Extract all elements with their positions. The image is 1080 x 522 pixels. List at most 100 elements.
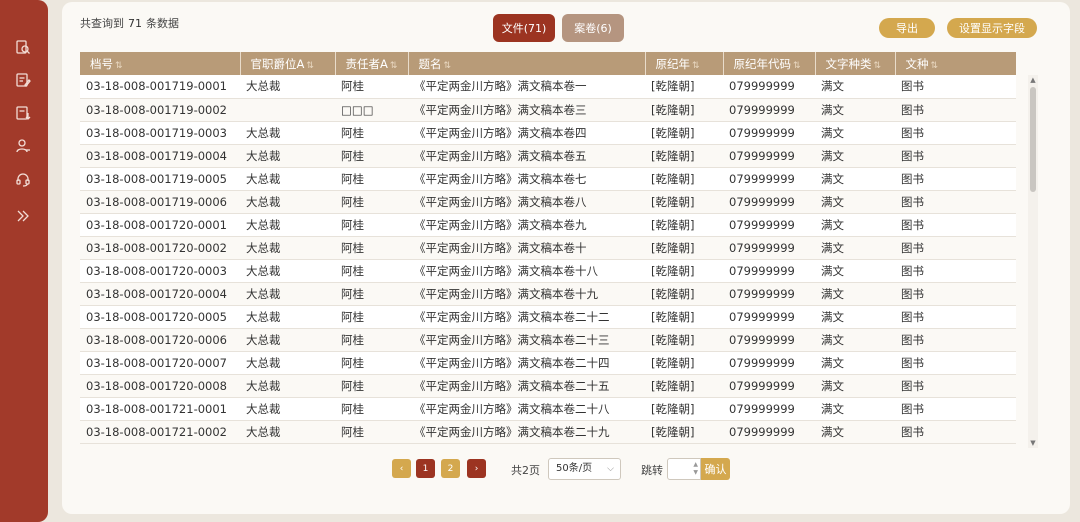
table-cell: 大总裁 [240, 144, 335, 168]
table-row[interactable]: 03-18-008-001719-0001 大总裁 阿桂 《平定两金川方略》满文稿本卷… [80, 75, 1016, 99]
jump-page-input[interactable]: ▲ ▼ [667, 458, 701, 480]
table-row[interactable]: 03-18-008-001720-0005 大总裁 阿桂 《平定两金川方略》满文稿本卷… [80, 305, 1016, 329]
export-button[interactable]: 导出 [879, 18, 935, 38]
table-cell: 图书 [895, 397, 1016, 421]
page-2-button[interactable]: 2 [441, 459, 460, 478]
table-cell: [乾隆朝] [645, 397, 723, 421]
column-header[interactable]: 原纪年 ⇅ [645, 52, 724, 75]
column-header[interactable]: 责任者A ⇅ [335, 52, 409, 75]
table-cell: 03-18-008-001720-0004 [80, 282, 240, 306]
table-cell: 大总裁 [240, 213, 335, 237]
table-cell: 阿桂 [335, 397, 408, 421]
table-row[interactable]: 03-18-008-001721-0002 大总裁 阿桂 《平定两金川方略》满文稿本卷… [80, 420, 1016, 444]
table-cell: 03-18-008-001720-0002 [80, 236, 240, 260]
table-cell: 大总裁 [240, 328, 335, 352]
table-row[interactable]: 03-18-008-001720-0007 大总裁 阿桂 《平定两金川方略》满文稿本卷… [80, 351, 1016, 375]
table-scrollbar[interactable]: ▲ ▼ [1028, 75, 1038, 448]
column-header[interactable]: 官职爵位A ⇅ [240, 52, 336, 75]
table-cell: [乾隆朝] [645, 121, 723, 145]
table-cell: 03-18-008-001720-0001 [80, 213, 240, 237]
user-icon[interactable] [14, 137, 32, 155]
column-header[interactable]: 题名 ⇅ [408, 52, 646, 75]
table-cell: [乾隆朝] [645, 236, 723, 260]
table-cell: 阿桂 [335, 259, 408, 283]
table-cell: [乾隆朝] [645, 351, 723, 375]
table-row[interactable]: 03-18-008-001719-0006 大总裁 阿桂 《平定两金川方略》满文稿本卷… [80, 190, 1016, 214]
table-cell: [乾隆朝] [645, 98, 723, 122]
table-cell: 大总裁 [240, 374, 335, 398]
table-row[interactable]: 03-18-008-001719-0005 大总裁 阿桂 《平定两金川方略》满文稿本卷… [80, 167, 1016, 191]
table-cell: 03-18-008-001720-0006 [80, 328, 240, 352]
table-cell: 满文 [815, 98, 895, 122]
table-header-row: 档号 ⇅ 官职爵位A ⇅ 责任者A ⇅ 题名 ⇅ 原纪年 ⇅ 原纪年代码 ⇅ 文字种类 ⇅ 文… [80, 52, 1016, 75]
table-cell: 大总裁 [240, 75, 335, 99]
result-summary: 共查询到 71 条数据 [80, 15, 179, 31]
table-cell: 079999999 [723, 305, 815, 329]
table-row[interactable]: 03-18-008-001720-0003 大总裁 阿桂 《平定两金川方略》满文稿本卷… [80, 259, 1016, 283]
sort-icon: ⇅ [873, 60, 882, 71]
table-cell: 《平定两金川方略》满文稿本卷十九 [408, 282, 645, 306]
next-page-button[interactable]: › [467, 459, 486, 478]
table-cell: 03-18-008-001719-0004 [80, 144, 240, 168]
table-cell: 图书 [895, 305, 1016, 329]
table-cell: 大总裁 [240, 397, 335, 421]
table-cell: 079999999 [723, 374, 815, 398]
column-header[interactable]: 文字种类 ⇅ [815, 52, 896, 75]
tab-files[interactable]: 文件(71) [493, 14, 555, 42]
table-cell: 079999999 [723, 328, 815, 352]
table-cell: 满文 [815, 305, 895, 329]
table-cell: 《平定两金川方略》满文稿本卷二十四 [408, 351, 645, 375]
table-row[interactable]: 03-18-008-001720-0002 大总裁 阿桂 《平定两金川方略》满文稿本卷… [80, 236, 1016, 260]
table-cell: [乾隆朝] [645, 190, 723, 214]
table-row[interactable]: 03-18-008-001719-0002 □□□ 《平定两金川方略》满文稿本卷三[… [80, 98, 1016, 122]
stepper-icon[interactable]: ▲ ▼ [693, 461, 698, 477]
display-fields-button[interactable]: 设置显示字段 [947, 18, 1037, 38]
column-header[interactable]: 档号 ⇅ [80, 52, 241, 75]
page-1-button[interactable]: 1 [416, 459, 435, 478]
table-row[interactable]: 03-18-008-001720-0001 大总裁 阿桂 《平定两金川方略》满文稿本卷… [80, 213, 1016, 237]
table-cell: 079999999 [723, 351, 815, 375]
page-size-value: 50条/页 [556, 463, 593, 474]
column-header[interactable]: 文种 ⇅ [895, 52, 1016, 75]
search-file-icon[interactable] [14, 38, 32, 56]
table-row[interactable]: 03-18-008-001720-0008 大总裁 阿桂 《平定两金川方略》满文稿本卷… [80, 374, 1016, 398]
table-row[interactable]: 03-18-008-001721-0001 大总裁 阿桂 《平定两金川方略》满文稿本卷… [80, 397, 1016, 421]
table-row[interactable]: 03-18-008-001719-0004 大总裁 阿桂 《平定两金川方略》满文稿本卷… [80, 144, 1016, 168]
prev-page-button[interactable]: ‹ [392, 459, 411, 478]
table-cell: 阿桂 [335, 305, 408, 329]
table-cell: 《平定两金川方略》满文稿本卷七 [408, 167, 645, 191]
edit-doc-icon[interactable] [14, 71, 32, 89]
jump-confirm-button[interactable]: 确认 [701, 458, 730, 480]
table-cell: 图书 [895, 75, 1016, 99]
page-size-select[interactable]: 50条/页 ⌵ [548, 458, 621, 480]
summary-suffix: 条数据 [146, 17, 179, 30]
tab-volumes[interactable]: 案卷(6) [562, 14, 624, 42]
expand-icon[interactable] [14, 207, 32, 225]
download-doc-icon[interactable] [14, 104, 32, 122]
scroll-thumb[interactable] [1030, 87, 1036, 192]
table-cell: 满文 [815, 213, 895, 237]
table-cell: 图书 [895, 420, 1016, 444]
summary-prefix: 共查询到 [80, 17, 124, 30]
scroll-down-icon[interactable]: ▼ [1028, 438, 1038, 448]
table-row[interactable]: 03-18-008-001720-0004 大总裁 阿桂 《平定两金川方略》满文稿本卷… [80, 282, 1016, 306]
table-cell: 图书 [895, 190, 1016, 214]
table-cell: 《平定两金川方略》满文稿本卷二十八 [408, 397, 645, 421]
table-cell: 阿桂 [335, 144, 408, 168]
column-header[interactable]: 原纪年代码 ⇅ [723, 52, 816, 75]
table-cell: 阿桂 [335, 236, 408, 260]
table-cell: 图书 [895, 259, 1016, 283]
table-row[interactable]: 03-18-008-001720-0006 大总裁 阿桂 《平定两金川方略》满文稿本卷… [80, 328, 1016, 352]
table-cell: 079999999 [723, 190, 815, 214]
sort-icon: ⇅ [443, 60, 452, 71]
table-cell: 03-18-008-001719-0006 [80, 190, 240, 214]
table-cell: 阿桂 [335, 121, 408, 145]
table-cell: 《平定两金川方略》满文稿本卷四 [408, 121, 645, 145]
table-cell: 079999999 [723, 144, 815, 168]
table-cell: 03-18-008-001721-0002 [80, 420, 240, 444]
headset-icon[interactable] [14, 170, 32, 188]
table-cell: 《平定两金川方略》满文稿本卷十八 [408, 259, 645, 283]
table-row[interactable]: 03-18-008-001719-0003 大总裁 阿桂 《平定两金川方略》满文稿本卷… [80, 121, 1016, 145]
table-cell: [乾隆朝] [645, 213, 723, 237]
scroll-up-icon[interactable]: ▲ [1028, 75, 1038, 85]
